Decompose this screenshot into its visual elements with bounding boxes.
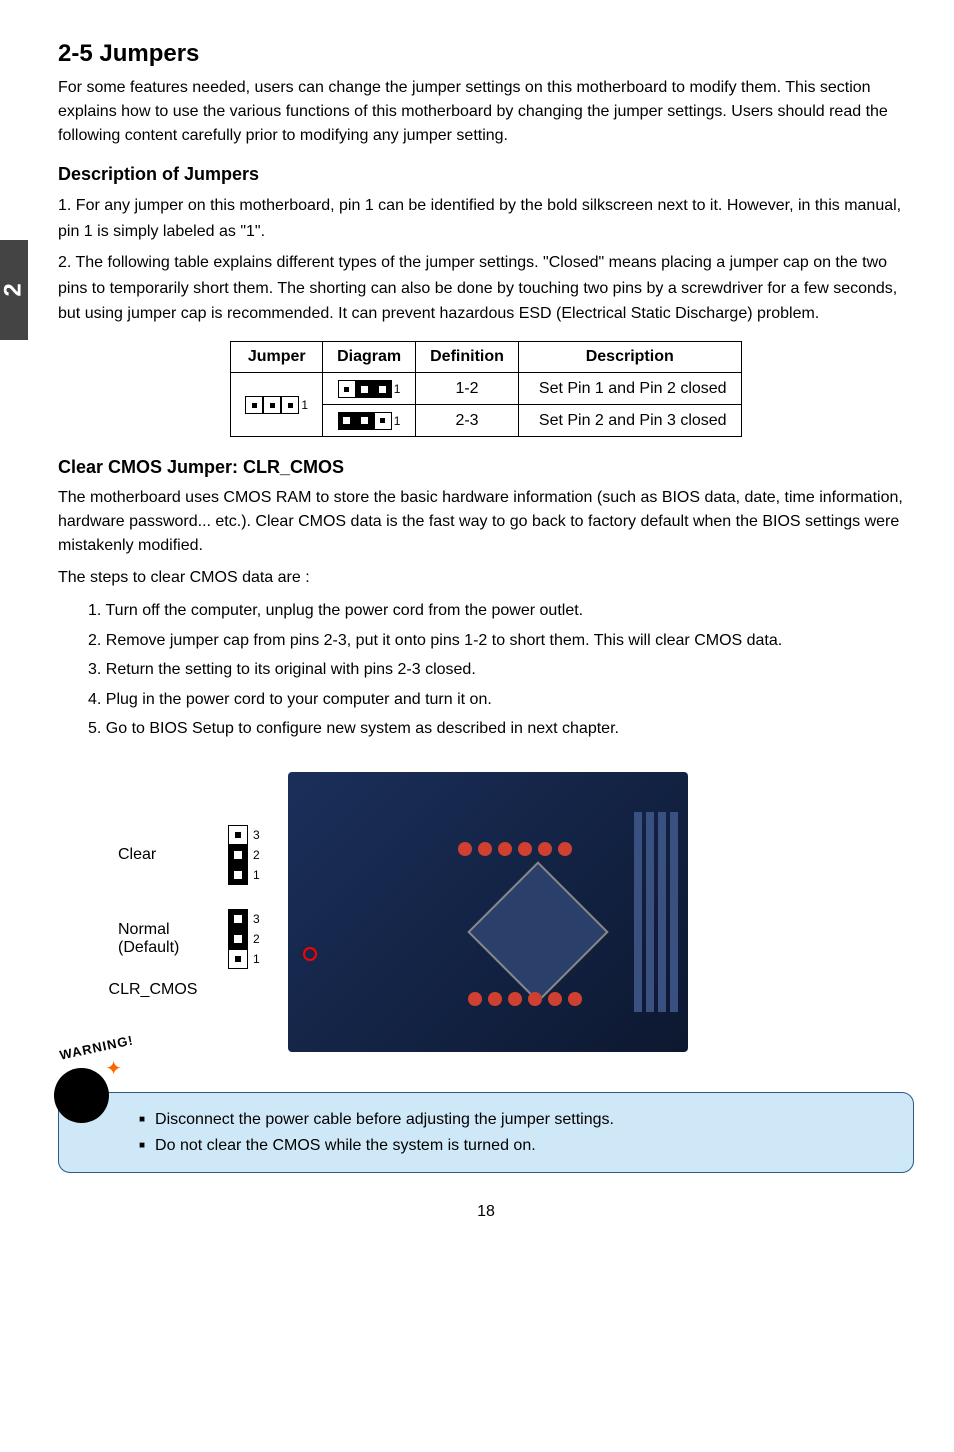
- description-list: 1. For any jumper on this motherboard, p…: [58, 193, 914, 327]
- desc-item-2: 2. The following table explains differen…: [58, 250, 914, 327]
- jumper-example-cell: 1: [231, 372, 323, 436]
- clear-pins-icon: 1 2 3: [228, 825, 248, 885]
- page-content: 2-5 Jumpers For some features needed, us…: [0, 0, 954, 1261]
- memory-slots-icon: [634, 812, 678, 1012]
- jumper-table: Jumper Diagram Definition Description 1: [230, 341, 741, 437]
- th-description: Description: [518, 341, 741, 372]
- warning-box: WARNING! ✦ Disconnect the power cable be…: [58, 1092, 914, 1173]
- section-heading: 2-5 Jumpers: [58, 40, 914, 68]
- jumper-3pin-icon: 1: [245, 396, 308, 414]
- chapter-side-tab: 2: [0, 240, 28, 340]
- normal-label: Normal (Default): [118, 921, 198, 957]
- desc-23: Set Pin 2 and Pin 3 closed: [518, 405, 741, 437]
- page-number: 18: [58, 1203, 914, 1221]
- warning-item-1: Disconnect the power cable before adjust…: [139, 1107, 893, 1133]
- warning-list: Disconnect the power cable before adjust…: [139, 1107, 893, 1158]
- step-2: 2. Remove jumper cap from pins 2-3, put …: [88, 628, 914, 654]
- warning-bomb-icon: WARNING! ✦: [49, 1048, 124, 1123]
- diagram-23-cell: 1: [323, 405, 416, 437]
- normal-jumper-row: Normal (Default) 1 2 3: [118, 909, 248, 969]
- clear-cmos-heading: Clear CMOS Jumper: CLR_CMOS: [58, 457, 914, 478]
- clr-cmos-name: CLR_CMOS: [58, 981, 248, 999]
- steps-list: 1. Turn off the computer, unplug the pow…: [58, 598, 914, 742]
- warning-item-2: Do not clear the CMOS while the system i…: [139, 1133, 893, 1159]
- desc-12: Set Pin 1 and Pin 2 closed: [518, 372, 741, 405]
- th-jumper: Jumper: [231, 341, 323, 372]
- desc-item-1: 1. For any jumper on this motherboard, p…: [58, 193, 914, 244]
- step-3: 3. Return the setting to its original wi…: [88, 657, 914, 683]
- clear-jumper-row: Clear 1 2 3: [118, 825, 248, 885]
- normal-pins-icon: 1 2 3: [228, 909, 248, 969]
- th-diagram: Diagram: [323, 341, 416, 372]
- diagram-23-icon: 1: [338, 412, 401, 430]
- description-heading: Description of Jumpers: [58, 164, 914, 185]
- motherboard-image: [288, 772, 688, 1052]
- diagram-12-icon: 1: [338, 380, 401, 398]
- clear-cmos-intro: The motherboard uses CMOS RAM to store t…: [58, 486, 914, 558]
- clr-cmos-diagram-section: Clear 1 2 3 Normal (Default) 1 2: [58, 772, 914, 1052]
- diagram-12-cell: 1: [323, 372, 416, 405]
- th-definition: Definition: [416, 341, 519, 372]
- jumper-diagram-column: Clear 1 2 3 Normal (Default) 1 2: [58, 825, 248, 999]
- step-1: 1. Turn off the computer, unplug the pow…: [88, 598, 914, 624]
- cpu-socket-icon: [467, 861, 608, 1002]
- intro-paragraph: For some features needed, users can chan…: [58, 76, 914, 148]
- jumper-location-highlight-icon: [303, 947, 317, 961]
- steps-intro: The steps to clear CMOS data are :: [58, 566, 914, 590]
- chapter-number: 2: [0, 283, 28, 296]
- jumper-table-wrap: Jumper Diagram Definition Description 1: [58, 341, 914, 437]
- capacitors-row2-icon: [468, 992, 582, 1006]
- step-5: 5. Go to BIOS Setup to configure new sys…: [88, 716, 914, 742]
- clear-label: Clear: [118, 846, 198, 864]
- def-12: 1-2: [416, 372, 519, 405]
- capacitors-row-icon: [458, 842, 572, 856]
- def-23: 2-3: [416, 405, 519, 437]
- spark-icon: ✦: [105, 1056, 122, 1081]
- step-4: 4. Plug in the power cord to your comput…: [88, 687, 914, 713]
